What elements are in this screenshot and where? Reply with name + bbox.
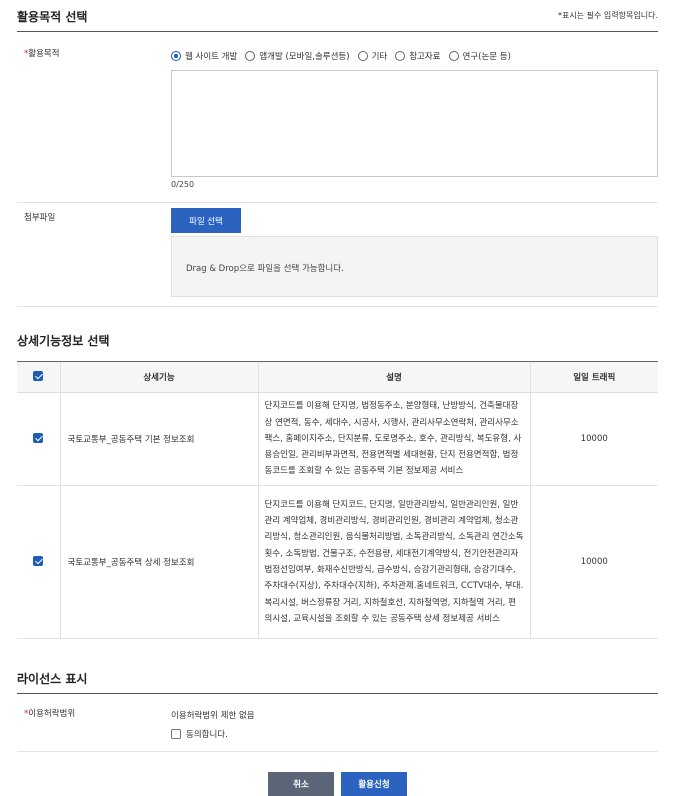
purpose-textarea[interactable] [171, 70, 658, 177]
apply-button[interactable]: 활용신청 [341, 772, 407, 796]
purpose-section-header: 활용목적 선택 *표시는 필수 입력항목입니다. [17, 8, 658, 32]
option-label: 참고자료 [409, 52, 441, 62]
header-description: 설명 [257, 361, 530, 393]
select-all-checkbox[interactable] [33, 370, 44, 381]
row-check-cell [17, 392, 60, 486]
option-label: 웹 사이트 개발 [185, 52, 238, 62]
radio-button[interactable] [357, 51, 368, 61]
divider [17, 306, 658, 307]
radio-button[interactable] [448, 51, 459, 61]
feature-description: 단지코드를 이용해 단지코드, 단지명, 일반관리방식, 일반관리인원, 일반관… [257, 485, 530, 639]
table-header-row: 상세기능 설명 일일 트래픽 [17, 361, 658, 393]
license-scope-label: *이용허락범위 [24, 707, 75, 719]
divider [17, 202, 658, 203]
daily-traffic: 10000 [529, 485, 658, 639]
header-feature: 상세기능 [59, 361, 258, 393]
option-label: 기타 [371, 52, 388, 62]
row-check-cell [17, 485, 60, 639]
agree-option[interactable]: 동의합니다. [171, 728, 228, 740]
feature-name: 국토교통부_공동주택 기본 정보조회 [59, 392, 258, 486]
purpose-option-web[interactable]: 웹 사이트 개발 [171, 50, 237, 62]
drop-hint: Drag & Drop으로 파일을 선택 가능합니다. [186, 264, 344, 274]
license-scope-value: 이용허락범위 제한 없음 [171, 711, 255, 721]
divider [17, 751, 658, 752]
file-select-button[interactable]: 파일 선택 [171, 208, 241, 233]
radio-button[interactable] [245, 51, 256, 61]
option-label: 앱개발 (모바일,솔루션등) [259, 52, 350, 62]
attachment-label: 첨부파일 [24, 213, 56, 223]
row-checkbox[interactable] [33, 555, 44, 566]
feature-description: 단지코드를 이용해 단지명, 법정동주소, 분양형태, 난방방식, 건축물대장상… [257, 392, 530, 486]
required-note: *표시는 필수 입력항목입니다. [558, 11, 658, 20]
header-check-cell [17, 361, 60, 393]
row-checkbox[interactable] [33, 432, 44, 443]
purpose-section-title: 활용목적 선택 [17, 10, 88, 24]
file-drop-zone[interactable]: Drag & Drop으로 파일을 선택 가능합니다. [171, 236, 658, 297]
detail-section-title: 상세기능정보 선택 [17, 334, 110, 348]
feature-name: 국토교통부_공동주택 상세 정보조회 [59, 485, 258, 639]
purpose-option-reference[interactable]: 참고자료 [395, 50, 441, 62]
feature-table: 상세기능 설명 일일 트래픽 국토교통부_공동주택 기본 정보조회 단지코드를 … [17, 361, 658, 639]
detail-section-header: 상세기능정보 선택 [17, 332, 658, 356]
purpose-radio-group: 웹 사이트 개발 앱개발 (모바일,솔루션등) 기타 참고자료 연구(논문 등) [171, 50, 519, 62]
option-label: 연구(논문 등) [462, 52, 511, 62]
license-section-title: 라이선스 표시 [17, 672, 88, 686]
agree-checkbox[interactable] [171, 729, 181, 739]
purpose-option-etc[interactable]: 기타 [357, 50, 388, 62]
license-scope-label-text: 이용허락범위 [28, 709, 76, 719]
agree-label: 동의합니다. [186, 730, 228, 740]
purpose-label: *활용목적 [24, 47, 60, 59]
table-row: 국토교통부_공동주택 상세 정보조회 단지코드를 이용해 단지코드, 단지명, … [17, 485, 658, 639]
char-counter: 0/250 [171, 180, 195, 189]
radio-button[interactable] [171, 51, 181, 61]
purpose-option-app[interactable]: 앱개발 (모바일,솔루션등) [245, 50, 350, 62]
radio-button[interactable] [395, 51, 406, 61]
purpose-label-text: 활용목적 [28, 49, 60, 59]
purpose-option-research[interactable]: 연구(논문 등) [448, 50, 511, 62]
header-traffic: 일일 트래픽 [529, 361, 658, 393]
daily-traffic: 10000 [529, 392, 658, 486]
table-row: 국토교통부_공동주택 기본 정보조회 단지코드를 이용해 단지명, 법정동주소,… [17, 392, 658, 486]
license-section-header: 라이선스 표시 [17, 670, 658, 694]
cancel-button[interactable]: 취소 [268, 772, 334, 796]
